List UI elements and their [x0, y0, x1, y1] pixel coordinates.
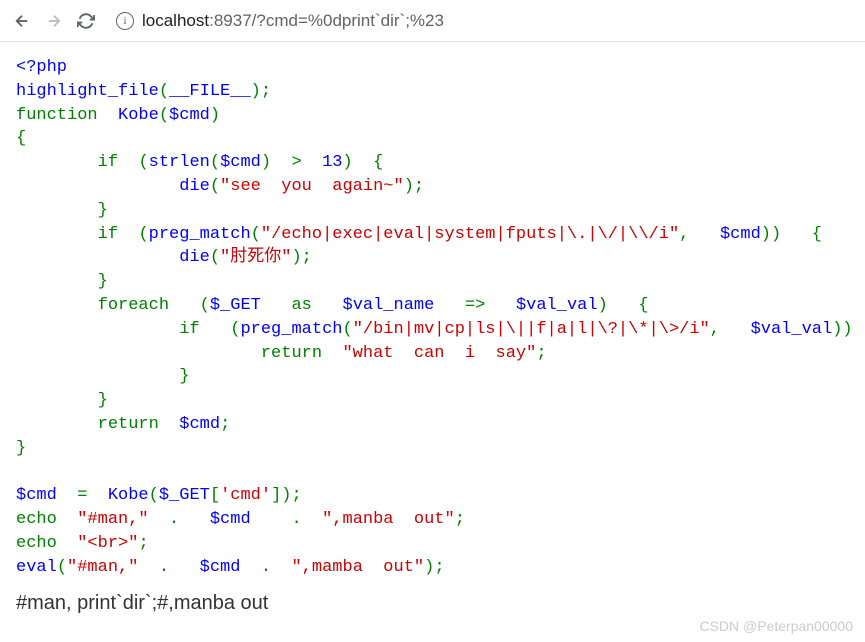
page-output: #man, print`dir`;#,manba out — [16, 592, 849, 615]
address-bar[interactable]: i localhost:8937/?cmd=%0dprint`dir`;%23 — [108, 7, 853, 35]
watermark: CSDN @Peterpan00000 — [699, 618, 853, 634]
url-text: localhost:8937/?cmd=%0dprint`dir`;%23 — [142, 11, 444, 31]
reload-button[interactable] — [76, 11, 96, 31]
php-source: <?php highlight_file(__FILE__); function… — [16, 56, 849, 580]
browser-toolbar: i localhost:8937/?cmd=%0dprint`dir`;%23 — [0, 0, 865, 42]
forward-button[interactable] — [44, 11, 64, 31]
info-icon[interactable]: i — [116, 12, 134, 30]
back-button[interactable] — [12, 11, 32, 31]
page-content: <?php highlight_file(__FILE__); function… — [0, 42, 865, 629]
